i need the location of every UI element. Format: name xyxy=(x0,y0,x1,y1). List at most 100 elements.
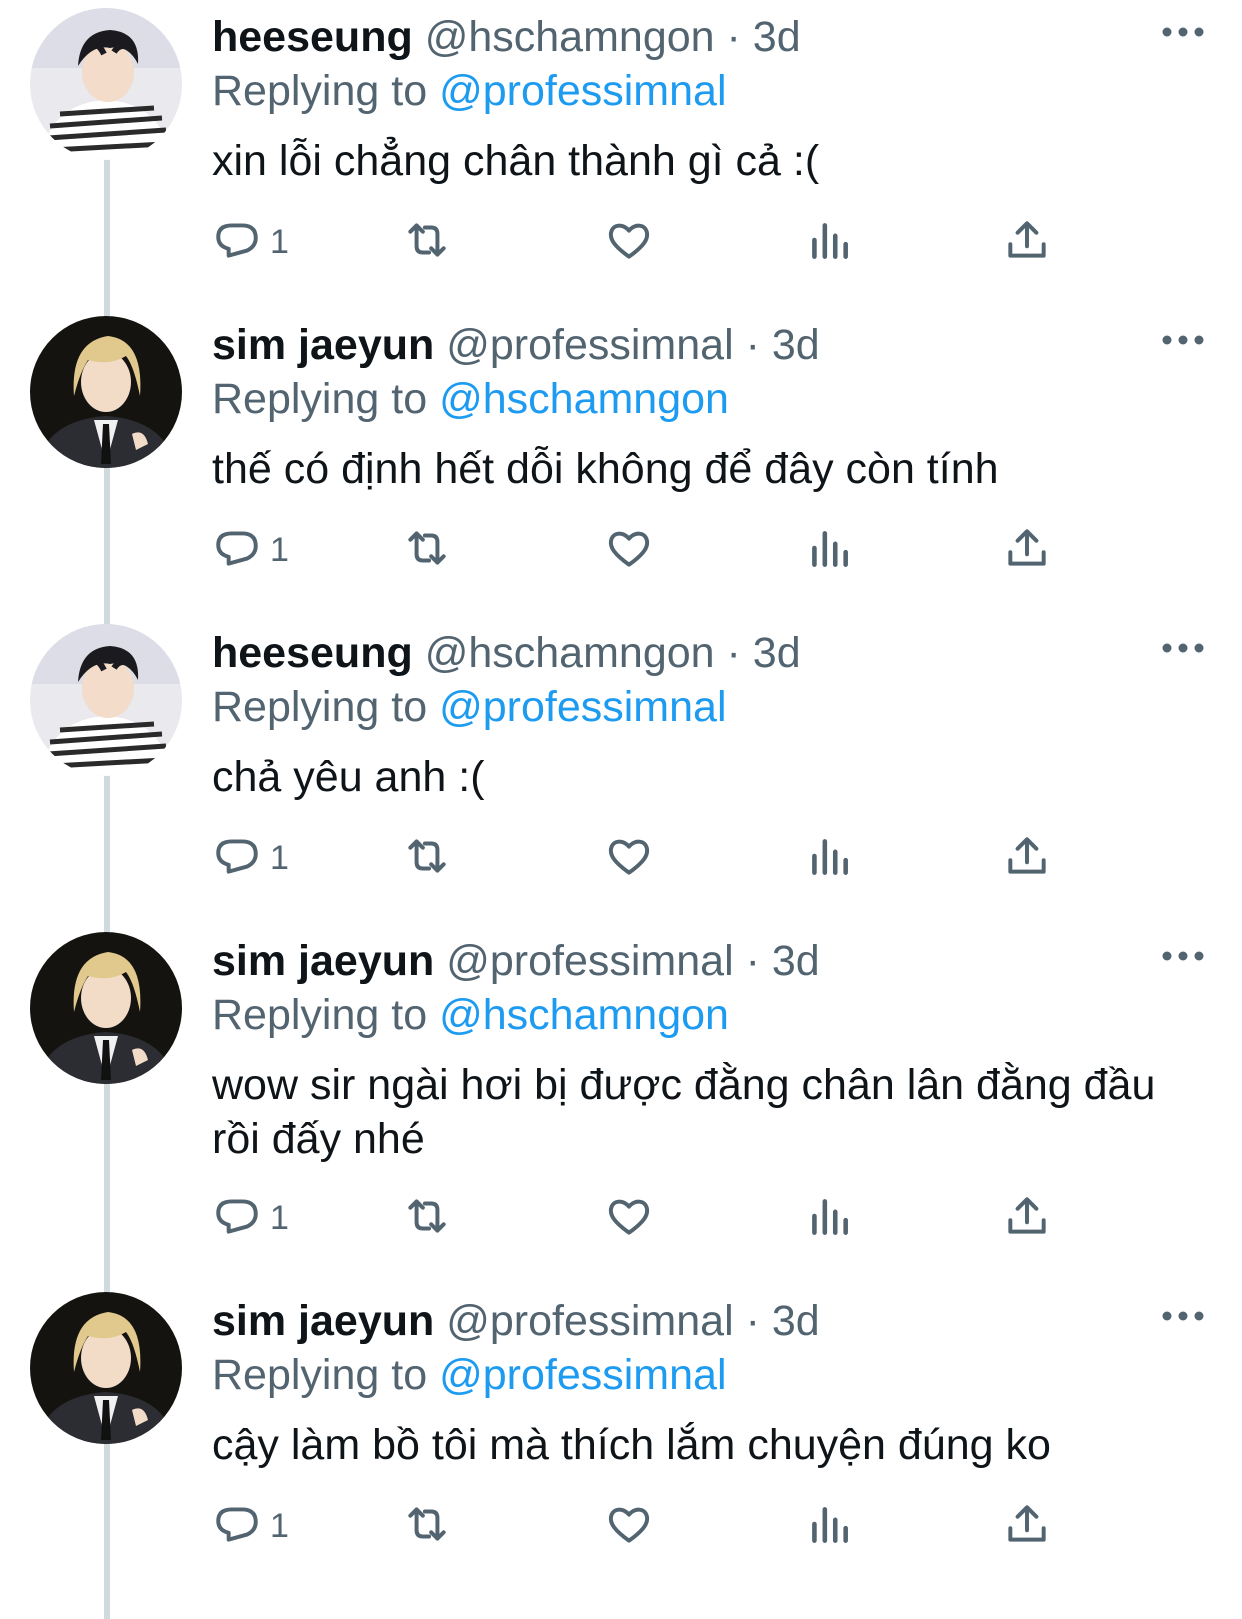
replying-to-line: Replying to @hschamngon xyxy=(212,988,729,1042)
reply-button[interactable]: 1 xyxy=(212,1498,289,1554)
jaeyun-avatar-image xyxy=(30,316,182,468)
reply-button[interactable]: 1 xyxy=(212,830,289,886)
like-icon xyxy=(604,1499,654,1554)
display-name[interactable]: sim jaeyun xyxy=(212,321,434,369)
like-button[interactable] xyxy=(604,522,654,578)
replying-to-label: Replying to xyxy=(212,375,428,423)
like-icon xyxy=(604,831,654,886)
share-icon xyxy=(1002,1499,1052,1554)
timestamp[interactable]: 3d xyxy=(753,13,801,61)
user-handle[interactable]: @hschamngon xyxy=(425,13,715,61)
mention-link[interactable]: @hschamngon xyxy=(439,375,729,423)
avatar[interactable] xyxy=(30,316,182,468)
user-handle[interactable]: @hschamngon xyxy=(425,629,715,677)
share-icon xyxy=(1002,215,1052,270)
retweet-button[interactable] xyxy=(402,522,452,578)
display-name[interactable]: heeseung xyxy=(212,629,413,677)
avatar[interactable] xyxy=(30,624,182,776)
tweet-text: xin lỗi chẳng chân thành gì cả :( xyxy=(212,137,820,185)
views-icon xyxy=(804,523,854,578)
timestamp[interactable]: 3d xyxy=(772,937,820,985)
separator-dot: · xyxy=(745,321,760,369)
views-button[interactable] xyxy=(804,522,854,578)
retweet-button[interactable] xyxy=(402,1190,452,1246)
separator-dot: · xyxy=(745,937,760,985)
user-handle[interactable]: @professimnal xyxy=(446,937,733,985)
views-icon xyxy=(804,831,854,886)
tweet-text: chả yêu anh :( xyxy=(212,753,485,801)
avatar[interactable] xyxy=(30,932,182,1084)
more-icon[interactable] xyxy=(1160,1304,1206,1328)
like-button[interactable] xyxy=(604,214,654,270)
views-button[interactable] xyxy=(804,1498,854,1554)
like-button[interactable] xyxy=(604,1498,654,1554)
replying-to-line: Replying to @professimnal xyxy=(212,64,727,118)
share-button[interactable] xyxy=(1002,1498,1052,1554)
reply-count: 1 xyxy=(270,1198,289,1237)
retweet-icon xyxy=(402,1191,452,1246)
tweet-text: thế có định hết dỗi không để đây còn tín… xyxy=(212,445,999,493)
like-icon xyxy=(604,523,654,578)
mention-link[interactable]: @professimnal xyxy=(439,1351,726,1399)
views-button[interactable] xyxy=(804,830,854,886)
like-icon xyxy=(604,215,654,270)
replying-to-label: Replying to xyxy=(212,67,428,115)
mention-link[interactable]: @hschamngon xyxy=(439,991,729,1039)
share-button[interactable] xyxy=(1002,1190,1052,1246)
reply-button[interactable]: 1 xyxy=(212,522,289,578)
views-button[interactable] xyxy=(804,214,854,270)
mention-link[interactable]: @professimnal xyxy=(439,683,726,731)
action-bar: 1 xyxy=(212,1190,1212,1246)
retweet-button[interactable] xyxy=(402,830,452,886)
like-icon xyxy=(604,1191,654,1246)
more-icon[interactable] xyxy=(1160,20,1206,44)
share-icon xyxy=(1002,831,1052,886)
replying-to-line: Replying to @hschamngon xyxy=(212,372,729,426)
retweet-button[interactable] xyxy=(402,1498,452,1554)
display-name[interactable]: sim jaeyun xyxy=(212,1297,434,1345)
reply-button[interactable]: 1 xyxy=(212,214,289,270)
reply-button[interactable]: 1 xyxy=(212,1190,289,1246)
avatar[interactable] xyxy=(30,8,182,160)
timestamp[interactable]: 3d xyxy=(753,629,801,677)
tweet-text: wow sir ngài hơi bị được đằng chân lân đ… xyxy=(212,1061,1156,1163)
display-name[interactable]: heeseung xyxy=(212,13,413,61)
reply-count: 1 xyxy=(270,222,289,261)
timestamp[interactable]: 3d xyxy=(772,321,820,369)
heeseung-avatar-image xyxy=(30,624,182,776)
like-button[interactable] xyxy=(604,1190,654,1246)
user-handle[interactable]: @professimnal xyxy=(446,321,733,369)
user-handle[interactable]: @professimnal xyxy=(446,1297,733,1345)
more-icon[interactable] xyxy=(1160,328,1206,352)
more-icon[interactable] xyxy=(1160,944,1206,968)
like-button[interactable] xyxy=(604,830,654,886)
reply-count: 1 xyxy=(270,838,289,877)
tweet-text: cậy làm bồ tôi mà thích lắm chuyện đúng … xyxy=(212,1421,1051,1469)
reply-count: 1 xyxy=(270,1506,289,1545)
replying-to-label: Replying to xyxy=(212,683,428,731)
separator-dot: · xyxy=(745,1297,760,1345)
retweet-button[interactable] xyxy=(402,214,452,270)
reply-count: 1 xyxy=(270,530,289,569)
separator-dot: · xyxy=(726,13,741,61)
retweet-icon xyxy=(402,523,452,578)
action-bar: 1 xyxy=(212,830,1212,886)
action-bar: 1 xyxy=(212,1498,1212,1554)
heeseung-avatar-image xyxy=(30,8,182,160)
avatar[interactable] xyxy=(30,1292,182,1444)
reply-icon xyxy=(212,523,262,578)
replying-to-label: Replying to xyxy=(212,1351,428,1399)
mention-link[interactable]: @professimnal xyxy=(439,67,726,115)
views-button[interactable] xyxy=(804,1190,854,1246)
share-icon xyxy=(1002,1191,1052,1246)
replying-to-line: Replying to @professimnal xyxy=(212,1348,727,1402)
retweet-icon xyxy=(402,1499,452,1554)
share-button[interactable] xyxy=(1002,830,1052,886)
jaeyun-avatar-image xyxy=(30,932,182,1084)
share-button[interactable] xyxy=(1002,522,1052,578)
display-name[interactable]: sim jaeyun xyxy=(212,937,434,985)
share-button[interactable] xyxy=(1002,214,1052,270)
replying-to-label: Replying to xyxy=(212,991,428,1039)
timestamp[interactable]: 3d xyxy=(772,1297,820,1345)
more-icon[interactable] xyxy=(1160,636,1206,660)
